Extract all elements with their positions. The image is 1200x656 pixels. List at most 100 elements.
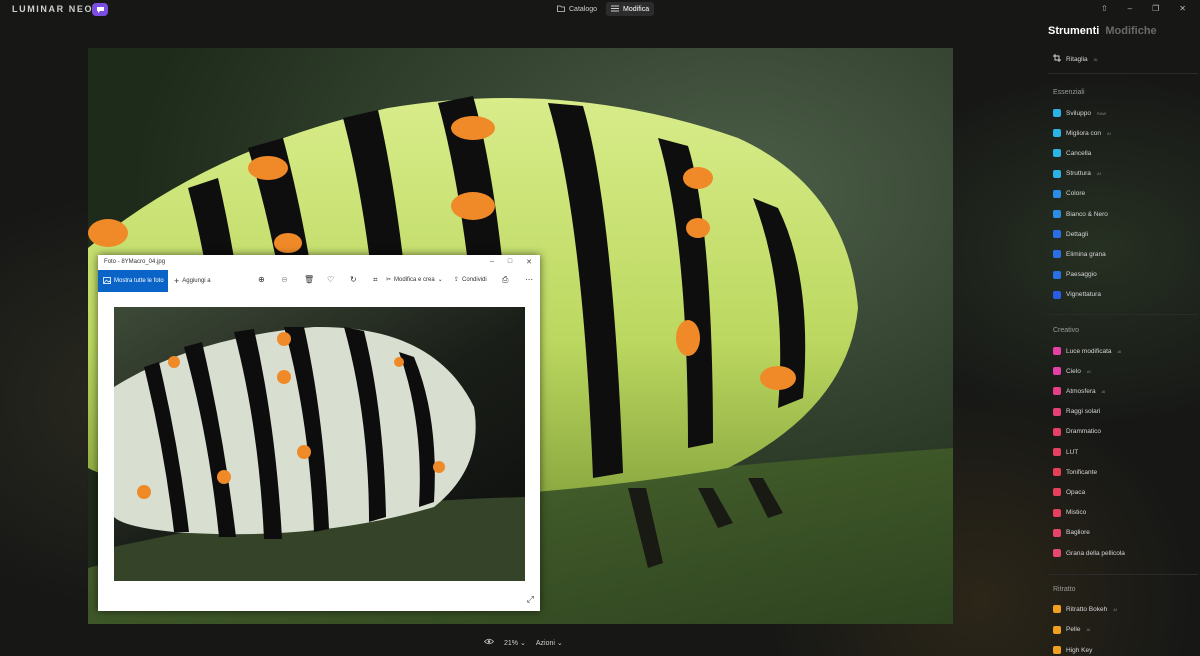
- tool-item[interactable]: Cielo AI: [1053, 365, 1091, 377]
- share-icon: ⇪: [454, 277, 460, 283]
- bottom-bar: 21% ⌄ Azioni ⌄: [483, 638, 563, 647]
- chat-badge-icon[interactable]: [92, 3, 108, 16]
- heart-icon[interactable]: ♡: [327, 275, 334, 284]
- tool-icon: [1053, 210, 1061, 218]
- tool-label: Mistico: [1066, 509, 1087, 517]
- tool-label: Tonificante: [1066, 468, 1098, 476]
- tool-icon: [1053, 549, 1061, 557]
- tool-label: Pelle: [1066, 626, 1081, 633]
- close-icon[interactable]: ✕: [1179, 4, 1186, 13]
- eye-icon[interactable]: [483, 638, 495, 647]
- divider: [1048, 73, 1198, 74]
- tool-badge: AI: [1101, 388, 1106, 394]
- crop-icon[interactable]: ⌗: [373, 275, 378, 285]
- zoom-level[interactable]: 21% ⌄: [504, 639, 526, 647]
- tab-strumenti[interactable]: Strumenti: [1048, 25, 1099, 37]
- tool-label: Elimina grana: [1066, 250, 1106, 258]
- edit-create-button[interactable]: ✂ Modifica e crea ⌄: [386, 276, 443, 284]
- sliders-icon: [611, 5, 620, 14]
- restore-icon[interactable]: ❐: [1152, 4, 1159, 13]
- tool-icon: [1053, 270, 1061, 279]
- restore-icon[interactable]: □: [508, 258, 512, 266]
- tool-item[interactable]: Raggi solari: [1053, 406, 1100, 418]
- share-button[interactable]: ⇪ Condividi: [454, 276, 487, 284]
- tool-item[interactable]: Pelle AI: [1053, 624, 1090, 636]
- tool-item[interactable]: LUT: [1053, 446, 1078, 458]
- tool-item[interactable]: Drammatico: [1053, 426, 1101, 438]
- tool-icon: [1053, 109, 1061, 117]
- tool-item[interactable]: Struttura AI: [1053, 168, 1101, 180]
- tool-item[interactable]: High Key: [1053, 644, 1092, 656]
- minimize-icon[interactable]: –: [490, 258, 494, 266]
- tool-icon: [1053, 250, 1061, 259]
- tool-item[interactable]: Dettagli: [1053, 228, 1088, 240]
- tool-icon: [1053, 129, 1061, 138]
- tool-icon: [1053, 528, 1061, 537]
- trash-icon[interactable]: 🗑: [304, 275, 314, 284]
- minimize-icon[interactable]: –: [1128, 4, 1132, 13]
- caterpillar-preview: [114, 326, 525, 581]
- section-essenziali: Essenziali: [1053, 89, 1085, 96]
- tool-ritaglia[interactable]: Ritaglia AI: [1053, 53, 1097, 65]
- tool-item[interactable]: Elimina grana: [1053, 248, 1106, 260]
- tool-label: Ritratto Bokeh: [1066, 605, 1108, 613]
- print-icon[interactable]: ⎙: [502, 275, 508, 285]
- tool-label: Atmosfera: [1066, 387, 1096, 395]
- mode-tabs: Catalogo Modifica: [552, 2, 655, 16]
- tab-label: Catalogo: [569, 5, 598, 13]
- tab-catalogo[interactable]: Catalogo: [552, 2, 602, 16]
- close-icon[interactable]: ✕: [526, 258, 532, 266]
- tool-item[interactable]: Paesaggio: [1053, 269, 1097, 281]
- more-icon[interactable]: ⋯: [525, 275, 533, 284]
- tool-item[interactable]: Cancella: [1053, 147, 1091, 159]
- tool-item[interactable]: Luce modificata AI: [1053, 345, 1121, 357]
- rotate-icon[interactable]: ↻: [350, 275, 357, 284]
- tab-modifiche[interactable]: Modifiche: [1105, 25, 1156, 37]
- tool-label: High Key: [1066, 646, 1093, 654]
- tool-label: Colore: [1066, 190, 1086, 198]
- show-all-photos-button[interactable]: Mostra tutte le foto: [98, 270, 168, 292]
- section-ritratto: Ritratto: [1053, 586, 1076, 593]
- tool-item[interactable]: Grana della pellicola: [1053, 547, 1125, 559]
- tool-item[interactable]: Vignettatura: [1053, 289, 1101, 301]
- tool-item[interactable]: Colore: [1053, 188, 1085, 200]
- zoom-out-icon[interactable]: ⊖: [281, 275, 288, 284]
- tool-icon: [1053, 347, 1061, 355]
- tool-item[interactable]: Bagliore: [1053, 527, 1090, 539]
- tool-icon: [1053, 625, 1061, 634]
- tool-label: Grana della pellicola: [1066, 549, 1125, 557]
- tool-icon: [1053, 488, 1061, 497]
- tool-icon: [1053, 290, 1061, 299]
- tool-badge: AI: [1086, 627, 1091, 632]
- tool-item[interactable]: Bianco & Nero: [1053, 208, 1108, 220]
- expand-icon[interactable]: ⤢: [527, 594, 534, 605]
- tool-item[interactable]: Sviluppo RAW: [1053, 107, 1106, 119]
- tool-icon: [1053, 468, 1061, 477]
- photo-viewer-window[interactable]: Foto - 8YMacro_04.jpg – □ ✕ Mostra tutte…: [98, 255, 540, 611]
- tool-badge: AI: [1086, 368, 1091, 374]
- tool-icon: [1053, 427, 1061, 436]
- tool-item[interactable]: Atmosfera AI: [1053, 385, 1105, 397]
- tool-label: Bianco & Nero: [1066, 210, 1108, 218]
- actions-menu[interactable]: Azioni ⌄: [536, 639, 563, 647]
- tool-icon: [1053, 605, 1061, 613]
- tool-icon: [1053, 646, 1061, 654]
- tool-item[interactable]: Tonificante: [1053, 466, 1097, 478]
- tool-item[interactable]: Ritratto Bokeh AI: [1053, 603, 1117, 615]
- section-creativo: Creativo: [1053, 327, 1080, 334]
- chevron-down-icon: ⌄: [556, 639, 563, 647]
- tool-badge: AI: [1117, 348, 1122, 354]
- tool-label: Dettagli: [1066, 230, 1089, 238]
- share-icon[interactable]: ⇧: [1101, 4, 1108, 13]
- tool-item[interactable]: Migliora con AI: [1053, 127, 1111, 139]
- zoom-in-icon[interactable]: ⊕: [258, 275, 265, 284]
- tool-label: Struttura: [1066, 170, 1091, 178]
- folder-icon: [557, 5, 565, 14]
- viewer-toolbar: Mostra tutte le foto + Aggiungi a ⊕ ⊖ 🗑 …: [98, 270, 540, 292]
- tool-badge: AI: [1107, 130, 1111, 136]
- tab-modifica[interactable]: Modifica: [606, 2, 655, 16]
- add-to-button[interactable]: + Aggiungi a: [174, 276, 211, 286]
- tool-item[interactable]: Opaca: [1053, 486, 1085, 498]
- tool-item[interactable]: Mistico: [1053, 507, 1086, 519]
- tool-label: LUT: [1066, 448, 1079, 456]
